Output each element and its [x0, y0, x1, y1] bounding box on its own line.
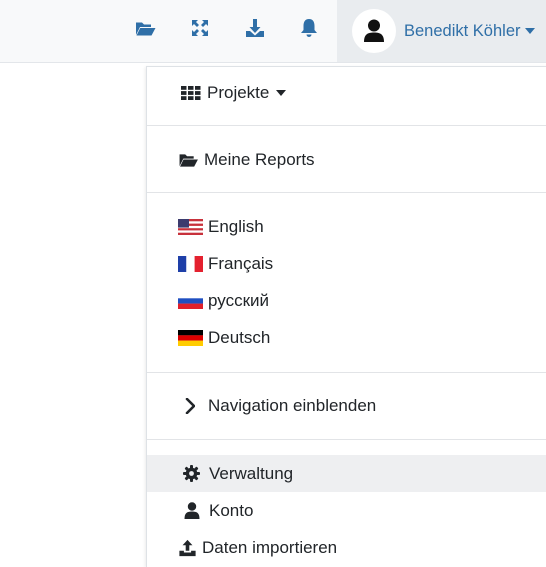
menu-item-import-data[interactable]: Daten importieren — [147, 529, 546, 566]
menu-item-label: Navigation einblenden — [208, 395, 377, 415]
menu-item-label: Projekte — [207, 82, 270, 102]
gear-icon — [183, 465, 200, 482]
menu-item-administration[interactable]: Verwaltung — [147, 455, 546, 492]
user-dropdown-menu: Projekte Meine Reports English Français … — [146, 66, 546, 567]
us-flag-icon — [178, 218, 203, 235]
language-german[interactable]: Deutsch — [147, 319, 546, 356]
user-name: Benedikt Köhler — [404, 21, 521, 40]
menu-item-account[interactable]: Konto — [147, 492, 546, 529]
menu-item-label: Konto — [209, 500, 254, 520]
language-label: русский — [208, 290, 270, 310]
divider — [147, 439, 546, 440]
expand-icon[interactable] — [189, 17, 211, 39]
menu-item-projects[interactable]: Projekte — [147, 74, 546, 111]
menu-item-show-navigation[interactable]: Navigation einblenden — [147, 387, 546, 424]
chevron-down-icon — [524, 28, 535, 34]
download-icon[interactable] — [244, 17, 266, 39]
divider — [147, 125, 546, 126]
upload-icon — [178, 539, 197, 557]
language-russian[interactable]: русский — [147, 282, 546, 319]
divider — [147, 372, 546, 373]
de-flag-icon — [178, 329, 203, 346]
language-label: Français — [208, 253, 274, 273]
ru-flag-icon — [178, 292, 203, 309]
user-menu-toggle[interactable]: Benedikt Köhler — [337, 0, 546, 62]
menu-item-label: Meine Reports — [204, 149, 315, 169]
grid-icon — [181, 85, 201, 100]
language-label: Deutsch — [208, 327, 271, 347]
bell-icon[interactable] — [298, 17, 320, 39]
user-icon — [184, 502, 200, 519]
fr-flag-icon — [178, 255, 203, 272]
avatar — [352, 9, 396, 53]
divider — [147, 192, 546, 193]
user-icon — [364, 19, 384, 42]
language-label: English — [208, 216, 264, 236]
language-french[interactable]: Français — [147, 245, 546, 282]
language-english[interactable]: English — [147, 208, 546, 245]
folder-open-icon — [178, 152, 199, 168]
top-navbar: Benedikt Köhler — [0, 0, 546, 63]
chevron-right-icon — [185, 397, 195, 414]
menu-item-my-reports[interactable]: Meine Reports — [147, 141, 546, 178]
folder-open-icon[interactable] — [134, 17, 156, 39]
chevron-down-icon — [276, 89, 287, 96]
menu-item-label: Verwaltung — [209, 463, 294, 483]
menu-item-label: Daten importieren — [202, 537, 338, 557]
